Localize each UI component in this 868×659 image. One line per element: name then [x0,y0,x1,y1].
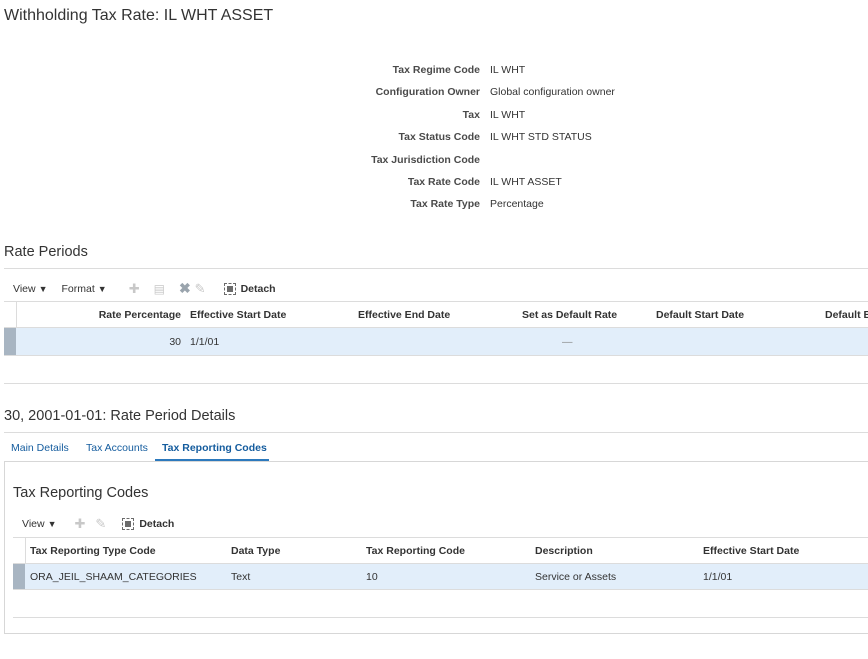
cell-effective-start-date: 1/1/01 [703,571,733,583]
detach-button[interactable]: Detach [122,518,174,530]
form-row-tax-rate-type: Tax Rate Type Percentage [0,198,868,214]
form-row-configuration-owner: Configuration Owner Global configuration… [0,86,868,102]
cell-effective-start-date: 1/1/01 [190,336,220,348]
form-row-tax-rate-code: Tax Rate Code IL WHT ASSET [0,176,868,192]
row-header-divider [25,538,26,563]
col-default-start-date[interactable]: Default Start Date [656,309,744,321]
edit-icon[interactable]: ✎ [95,516,106,532]
view-menu[interactable]: View ▼ [13,283,48,295]
cell-data-type: Text [231,571,251,583]
col-effective-end-date[interactable]: Effective End Date [358,309,450,321]
form-row-tax: Tax IL WHT [0,109,868,125]
tax-rate-type-label: Tax Rate Type [410,198,480,210]
chevron-down-icon: ▼ [38,283,48,294]
rate-periods-divider [4,268,868,269]
cell-reporting-code: 10 [366,571,378,583]
cell-description: Service or Assets [535,571,617,583]
page-title: Withholding Tax Rate: IL WHT ASSET [4,7,274,24]
add-icon[interactable]: ✚ [129,281,140,297]
tax-reporting-codes-toolbar: View ▼ ✚ ✎ Detach [22,516,174,532]
rate-periods-title: Rate Periods [4,244,88,260]
tab-main-details[interactable]: Main Details [11,442,69,454]
detach-label: Detach [240,282,276,295]
col-set-as-default-rate[interactable]: Set as Default Rate [522,309,617,321]
table-footer-border [13,617,868,618]
tax-reporting-codes-title: Tax Reporting Codes [13,485,149,501]
col-effective-start-date[interactable]: Effective Start Date [703,545,799,557]
tax-jurisdiction-code-label: Tax Jurisdiction Code [371,154,480,166]
col-data-type[interactable]: Data Type [231,545,280,557]
col-description[interactable]: Description [535,545,593,557]
table-top-border [4,301,868,302]
table-row[interactable] [4,328,868,355]
format-menu-label: Format [61,282,95,295]
configuration-owner-label: Configuration Owner [375,86,480,98]
configuration-owner-value: Global configuration owner [490,86,615,98]
save-icon[interactable]: ▤ [154,282,165,296]
details-title-divider [4,432,868,433]
tax-status-code-value: IL WHT STD STATUS [490,131,592,143]
tab-tax-reporting-codes[interactable]: Tax Reporting Codes [162,442,267,454]
col-tax-reporting-type-code[interactable]: Tax Reporting Type Code [30,545,156,557]
detach-icon [223,282,236,295]
tax-regime-code-label: Tax Regime Code [392,64,480,76]
cell-set-as-default-rate: — [562,336,573,348]
form-row-tax-regime-code: Tax Regime Code IL WHT [0,64,868,80]
table-top-border [13,537,868,538]
view-menu[interactable]: View ▼ [22,518,57,530]
row-bottom-border [4,355,868,356]
col-tax-reporting-code[interactable]: Tax Reporting Code [366,545,465,557]
form-row-tax-status-code: Tax Status Code IL WHT STD STATUS [0,131,868,147]
detach-label: Detach [139,518,175,530]
view-menu-label: View [13,282,36,295]
tax-rate-code-label: Tax Rate Code [407,176,480,188]
detach-icon [122,518,135,530]
tab-tax-accounts[interactable]: Tax Accounts [86,442,148,454]
detach-button[interactable]: Detach [223,282,276,295]
col-default-end-date[interactable]: Default E [825,309,868,321]
tax-rate-type-value: Percentage [490,198,544,210]
rate-periods-toolbar: View ▼ Format ▼ ✚ ▤ ✖ ✎ Detach [13,280,276,297]
chevron-down-icon: ▼ [97,283,107,294]
view-menu-label: View [22,518,45,530]
rate-period-details-title: 30, 2001-01-01: Rate Period Details [4,408,236,424]
tax-status-code-label: Tax Status Code [398,131,481,143]
cell-rate-percentage: 30 [169,336,181,348]
col-effective-start-date[interactable]: Effective Start Date [190,309,286,321]
section-divider [4,383,868,384]
delete-icon[interactable]: ✖ [179,280,191,297]
row-bottom-border [13,589,868,590]
edit-icon[interactable]: ✎ [195,281,206,297]
row-header-divider [16,302,17,327]
row-selector[interactable] [13,564,25,589]
row-selector[interactable] [4,328,16,355]
tax-regime-code-value: IL WHT [490,64,526,76]
cell-type-code: ORA_JEIL_SHAAM_CATEGORIES [30,571,197,583]
chevron-down-icon: ▼ [47,519,57,529]
add-icon[interactable]: ✚ [75,516,86,532]
form-row-tax-jurisdiction-code: Tax Jurisdiction Code [0,154,868,170]
tax-value: IL WHT [490,109,526,121]
tax-rate-code-value: IL WHT ASSET [490,176,562,188]
col-rate-percentage[interactable]: Rate Percentage [99,309,181,321]
tax-label: Tax [462,109,480,121]
format-menu[interactable]: Format ▼ [62,283,107,295]
